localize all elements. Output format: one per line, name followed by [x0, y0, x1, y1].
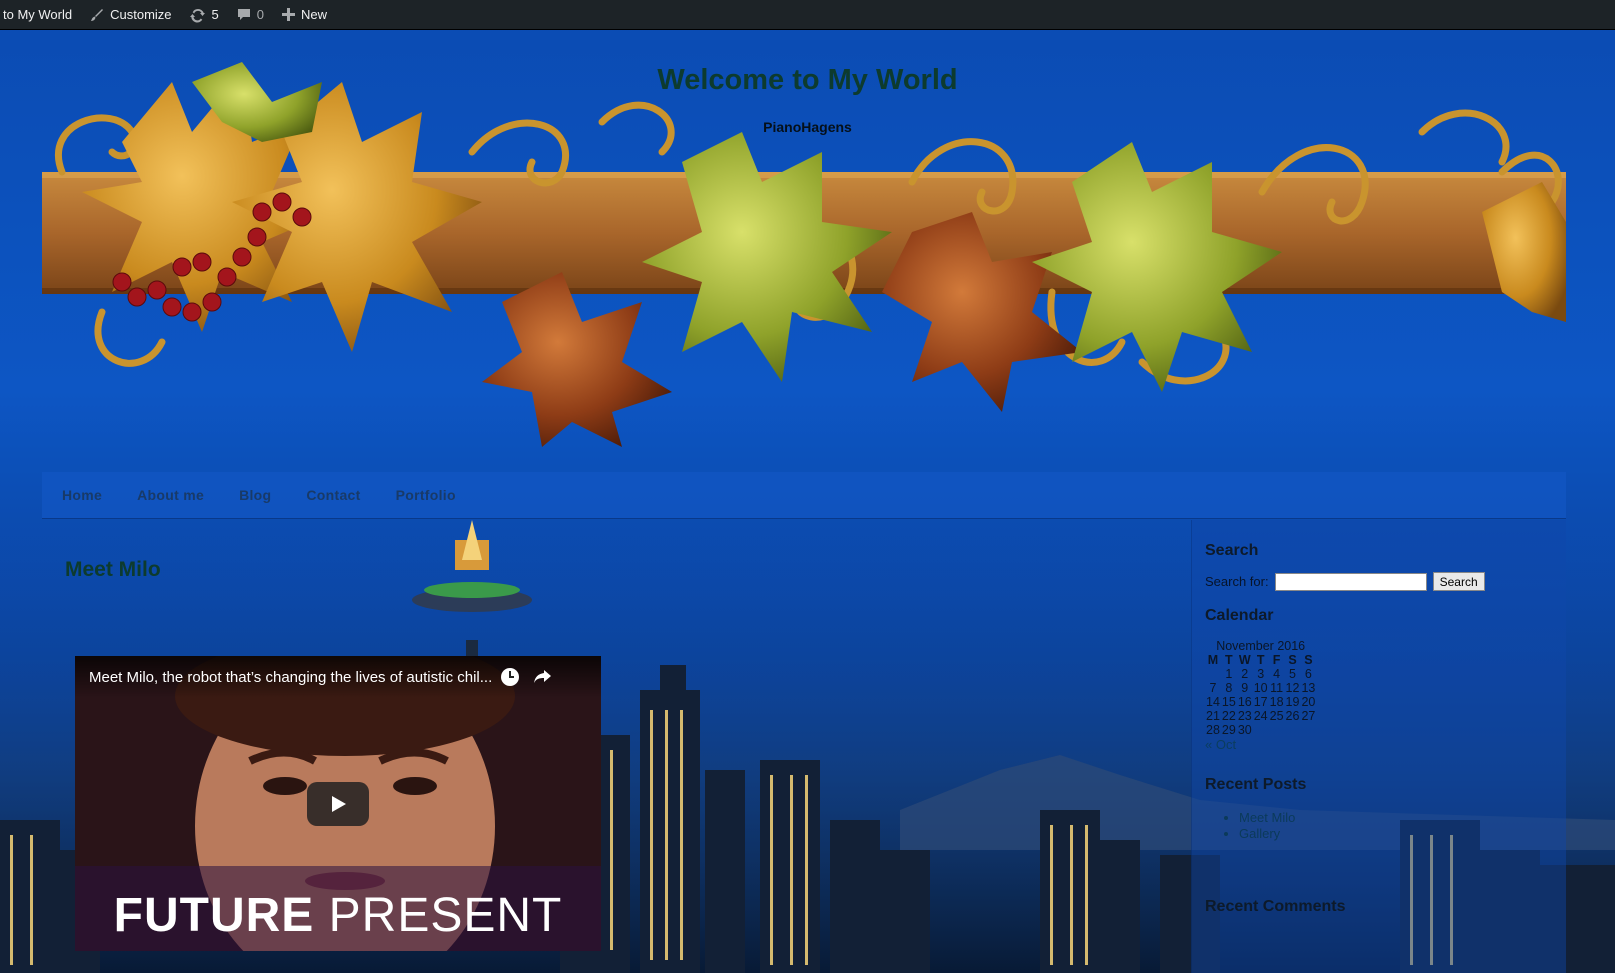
nav-about-me[interactable]: About me — [137, 487, 204, 503]
calendar-week-row: 14 15 16 17 18 19 20 — [1205, 695, 1316, 709]
calendar-weekday: S — [1288, 653, 1297, 667]
video-title[interactable]: Meet Milo, the robot that’s changing the… — [89, 669, 492, 686]
calendar-day: 17 — [1253, 695, 1268, 709]
recent-posts-list: Meet Milo Gallery — [1205, 810, 1566, 842]
calendar-week-row: 21 22 23 24 25 26 27 — [1205, 709, 1316, 723]
search-input[interactable] — [1274, 572, 1427, 591]
calendar-day — [1285, 723, 1301, 737]
site-tagline: PianoHagens — [763, 119, 852, 135]
nav-contact[interactable]: Contact — [306, 487, 360, 503]
search-label: Search for: — [1205, 574, 1269, 589]
calendar-week-row: 7 8 9 10 11 12 13 — [1205, 681, 1316, 695]
calendar-day: 19 — [1285, 695, 1300, 709]
calendar-day: 21 — [1206, 709, 1220, 723]
play-button[interactable] — [307, 782, 369, 826]
admin-bar: to My World Customize 5 0 New — [0, 0, 1615, 30]
recent-post-item[interactable]: Meet Milo — [1239, 810, 1566, 826]
admin-bar-site-link[interactable]: to My World — [3, 7, 72, 22]
nav-portfolio[interactable]: Portfolio — [396, 487, 456, 503]
calendar-day — [1269, 723, 1285, 737]
calendar-header-row: M T W T F S S — [1205, 653, 1316, 667]
nav-home[interactable]: Home — [62, 487, 102, 503]
calendar-caption: November 2016 — [1216, 639, 1306, 653]
comments-count: 0 — [256, 7, 264, 22]
plus-icon — [282, 8, 295, 21]
customize-link[interactable]: Customize — [90, 7, 172, 22]
search-widget-title: Search — [1205, 542, 1259, 559]
calendar-day: 12 — [1285, 681, 1300, 695]
calendar-weekday: W — [1238, 653, 1251, 667]
calendar-day: 11 — [1270, 681, 1284, 695]
share-icon[interactable] — [532, 667, 552, 687]
main-navigation: Home About me Blog Contact Portfolio — [42, 472, 1566, 519]
brand-light: PRESENT — [328, 889, 563, 942]
calendar-day: 3 — [1257, 667, 1265, 681]
search-button[interactable]: Search — [1432, 572, 1485, 591]
new-label: New — [301, 7, 328, 22]
calendar-weekday: F — [1272, 653, 1281, 667]
calendar-day: 30 — [1237, 723, 1252, 737]
post-title[interactable]: Meet Milo — [65, 558, 161, 582]
sidebar: Search Search for: Search Calendar Novem… — [1191, 520, 1566, 973]
play-icon — [332, 796, 346, 812]
admin-bar-site-label: to My World — [3, 7, 73, 22]
comment-icon — [237, 8, 250, 20]
calendar-day: 16 — [1237, 695, 1252, 709]
brand-bold: FUTURE — [113, 889, 315, 942]
calendar-day: 29 — [1221, 723, 1236, 737]
calendar-day: 28 — [1206, 723, 1220, 737]
calendar-day: 14 — [1206, 695, 1220, 709]
calendar-day: 1 — [1225, 667, 1233, 681]
search-form: Search for: Search — [1205, 572, 1566, 591]
watch-later-icon[interactable] — [500, 667, 520, 687]
calendar-day: 10 — [1253, 681, 1268, 695]
calendar-day: 13 — [1301, 681, 1316, 695]
calendar-day: 2 — [1241, 667, 1249, 681]
calendar-day: 5 — [1289, 667, 1296, 681]
video-brand-text: FUTURE PRESENT — [75, 888, 601, 943]
calendar-weekday: T — [1256, 653, 1265, 667]
calendar-day: 8 — [1225, 681, 1233, 695]
calendar-day: 7 — [1209, 681, 1217, 695]
calendar-day: 20 — [1301, 695, 1316, 709]
recent-posts-widget: Recent Posts Meet Milo Gallery — [1205, 776, 1566, 842]
calendar-weekday: M — [1207, 653, 1219, 667]
brush-icon — [91, 8, 104, 21]
new-content-link[interactable]: New — [282, 7, 327, 22]
video-player[interactable]: Meet Milo, the robot that’s changing the… — [75, 656, 601, 951]
updates-icon — [189, 8, 205, 23]
calendar-day — [1205, 667, 1221, 681]
calendar-weekday: T — [1225, 653, 1233, 667]
calendar-week-row: 1 2 3 4 5 6 — [1205, 667, 1316, 681]
calendar-day: 27 — [1301, 709, 1316, 723]
calendar-day: 25 — [1269, 709, 1284, 723]
calendar-day: 18 — [1269, 695, 1284, 709]
updates-link[interactable]: 5 — [189, 7, 219, 23]
calendar-day: 26 — [1285, 709, 1300, 723]
calendar-weekday: S — [1304, 653, 1313, 667]
customize-label: Customize — [110, 7, 172, 22]
calendar-day: 6 — [1304, 667, 1312, 681]
video-title-bar: Meet Milo, the robot that’s changing the… — [75, 656, 601, 698]
calendar-prev-month-link[interactable]: « Oct — [1205, 737, 1566, 752]
calendar-table: November 2016 M T W T F S S 1 2 3 4 5 6 — [1205, 639, 1316, 737]
recent-comments-title: Recent Comments — [1205, 898, 1346, 915]
calendar-day — [1300, 723, 1316, 737]
site-title[interactable]: Welcome to My World — [0, 64, 1615, 97]
comments-link[interactable]: 0 — [237, 7, 264, 22]
calendar-day: 9 — [1241, 681, 1249, 695]
updates-count: 5 — [211, 7, 219, 22]
calendar-day: 23 — [1237, 709, 1252, 723]
calendar-day: 22 — [1221, 709, 1236, 723]
calendar-day: 15 — [1221, 695, 1236, 709]
calendar-week-row: 28 29 30 — [1205, 723, 1316, 737]
calendar-day: 24 — [1253, 709, 1268, 723]
recent-post-item[interactable]: Gallery — [1239, 826, 1566, 842]
calendar-day — [1253, 723, 1269, 737]
calendar-day: 4 — [1273, 667, 1281, 681]
calendar-widget-title: Calendar — [1205, 607, 1274, 624]
nav-blog[interactable]: Blog — [239, 487, 271, 503]
recent-posts-title: Recent Posts — [1205, 776, 1307, 793]
